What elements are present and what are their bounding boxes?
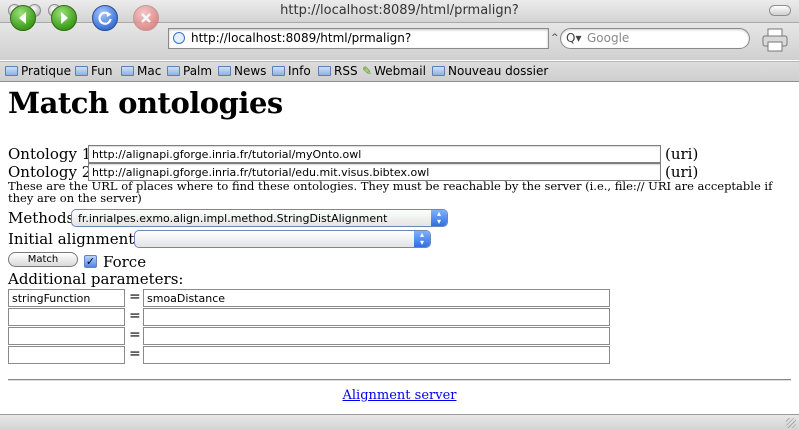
- folder-icon: [75, 66, 88, 76]
- match-button[interactable]: Match: [8, 252, 78, 267]
- bookmark-nouveau-dossier[interactable]: Nouveau dossier: [432, 64, 548, 78]
- status-bar: [0, 414, 799, 430]
- param-name-input[interactable]: [8, 308, 125, 326]
- search-icon: Q▾: [566, 31, 582, 45]
- param-equals-sign: =: [129, 346, 141, 362]
- param-name-input[interactable]: [8, 327, 125, 345]
- methods-label: Methods:: [8, 209, 80, 227]
- print-button[interactable]: [761, 27, 789, 53]
- alignment-server-link[interactable]: Alignment server: [0, 388, 799, 403]
- bookmark-mac[interactable]: Mac: [121, 64, 161, 78]
- folder-icon: [218, 66, 231, 76]
- stop-icon: [141, 13, 151, 23]
- search-placeholder: Google: [587, 31, 630, 45]
- back-arrow-icon: [19, 12, 26, 24]
- toolbar-toggle-button[interactable]: [769, 5, 791, 16]
- bookmark-webmail[interactable]: ✎ Webmail: [362, 64, 426, 78]
- folder-icon: [272, 66, 285, 76]
- pen-icon: ✎: [362, 64, 373, 78]
- select-arrows-icon: ▴ ▾: [431, 210, 447, 226]
- history-dropdown-icon[interactable]: ^: [551, 33, 559, 43]
- printer-icon: [762, 28, 788, 52]
- param-name-input[interactable]: stringFunction: [8, 289, 125, 307]
- param-equals-sign: =: [129, 327, 141, 343]
- reload-icon: [98, 11, 112, 25]
- ontology1-label: Ontology 1:: [8, 145, 97, 163]
- folder-icon: [432, 66, 445, 76]
- ontology1-uri-suffix: (uri): [665, 145, 699, 163]
- folder-icon: [121, 66, 134, 76]
- checkmark-icon: ✓: [85, 255, 96, 268]
- ontology-help-text: These are the URL of places where to fin…: [8, 179, 773, 205]
- methods-select[interactable]: fr.inrialpes.exmo.align.impl.method.Stri…: [71, 209, 448, 227]
- param-equals-sign: =: [129, 289, 141, 305]
- param-value-input[interactable]: smoaDistance: [143, 289, 610, 307]
- resize-grip-icon[interactable]: [786, 418, 796, 428]
- forward-button[interactable]: [51, 5, 77, 31]
- folder-icon: [318, 66, 331, 76]
- stop-button[interactable]: [133, 5, 159, 31]
- param-equals-sign: =: [129, 308, 141, 324]
- folder-icon: [167, 66, 180, 76]
- param-value-input[interactable]: [143, 308, 610, 326]
- bookmark-palm[interactable]: Palm: [167, 64, 212, 78]
- back-button[interactable]: [10, 5, 36, 31]
- reload-button[interactable]: [92, 5, 118, 31]
- bookmark-pratique[interactable]: Pratique: [5, 64, 71, 78]
- param-name-input[interactable]: [8, 346, 125, 364]
- bookmarks-bar: Pratique Fun Mac Palm News Info RSS ✎ Web…: [0, 61, 799, 82]
- forward-arrow-icon: [61, 12, 68, 24]
- initial-alignment-select[interactable]: ▴ ▾: [134, 230, 431, 248]
- ontology1-input[interactable]: http://alignapi.gforge.inria.fr/tutorial…: [88, 145, 661, 163]
- bookmark-info[interactable]: Info: [272, 64, 311, 78]
- force-label: Force: [103, 253, 147, 271]
- folder-icon: [5, 66, 18, 76]
- page-title: Match ontologies: [8, 86, 283, 120]
- bookmark-news[interactable]: News: [218, 64, 266, 78]
- address-bar[interactable]: http://localhost:8089/html/prmalign?: [168, 28, 549, 49]
- search-field[interactable]: Q▾ Google: [560, 28, 750, 49]
- force-checkbox[interactable]: ✓: [84, 255, 97, 268]
- additional-parameters-label: Additional parameters:: [8, 270, 184, 288]
- page-content: Match ontologies Ontology 1: http://alig…: [0, 82, 799, 414]
- methods-selected-value: fr.inrialpes.exmo.align.impl.method.Stri…: [78, 212, 388, 225]
- globe-icon: [173, 32, 185, 44]
- window-title: http://localhost:8089/html/prmalign?: [280, 3, 519, 18]
- window-titlebar: http://localhost:8089/html/prmalign?: [0, 0, 799, 23]
- bookmark-fun[interactable]: Fun: [75, 64, 112, 78]
- select-arrows-icon: ▴ ▾: [414, 231, 430, 247]
- param-value-input[interactable]: [143, 346, 610, 364]
- param-value-input[interactable]: [143, 327, 610, 345]
- bookmark-rss[interactable]: RSS: [318, 64, 358, 78]
- footer-divider: [8, 379, 791, 381]
- address-text: http://localhost:8089/html/prmalign?: [191, 31, 412, 45]
